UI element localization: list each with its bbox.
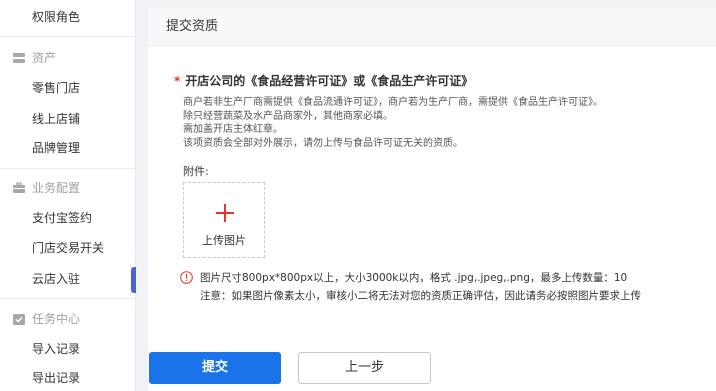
qualification-panel: 提交资质 * 开店公司的《食品经营许可证》或《食品生产许可证》 商户若非生产厂商需… xyxy=(148,8,716,391)
attachment-label: 附件: xyxy=(183,165,209,178)
sidebar-item-export-records[interactable]: 导出记录 xyxy=(0,363,135,391)
sidebar-group-business-config[interactable]: 业务配置 xyxy=(0,173,135,203)
sidebar-divider xyxy=(0,298,135,299)
description-line: 需加盖开店主体红章。 xyxy=(183,124,283,135)
description-line: 商户若非生产厂商需提供《食品流通许可证》，商户若为生产厂商，需提供《食品生产许可… xyxy=(183,97,603,108)
sidebar-group-label: 任务中心 xyxy=(32,312,81,326)
sidebar-item-retail-stores[interactable]: 零售门店 xyxy=(0,73,135,103)
sidebar-item-cloud-store-onboarding[interactable]: 云店入驻 xyxy=(0,264,136,294)
upload-image-label: 上传图片 xyxy=(202,234,246,247)
previous-step-button[interactable]: 上一步 xyxy=(298,352,431,384)
sidebar-divider xyxy=(0,36,135,37)
plus-icon xyxy=(216,204,234,222)
sidebar-group-label: 资产 xyxy=(32,51,57,65)
notice-line: 注意：如果图片像素太小，审核小二将无法对您的资质正确评估，因此请务必按照图片要求… xyxy=(200,290,641,302)
sidebar-item-brand-management[interactable]: 品牌管理 xyxy=(0,133,135,163)
app-window: 权限角色 资产 零售门店 线上店铺 品牌管理 业务配置 支付宝签约 门店交易开关… xyxy=(0,0,716,391)
sidebar-item-alipay-signing[interactable]: 支付宝签约 xyxy=(0,203,135,233)
upload-requirements-notice: 图片尺寸800px*800px以上，大小3000k以内，格式 .jpg,.jpe… xyxy=(180,270,641,303)
submit-button[interactable]: 提交 xyxy=(149,352,281,384)
panel-title: 提交资质 xyxy=(148,8,716,46)
sidebar-divider xyxy=(0,168,135,169)
notice-line: 图片尺寸800px*800px以上，大小3000k以内，格式 .jpg,.jpe… xyxy=(200,272,628,284)
sidebar: 权限角色 资产 零售门店 线上店铺 品牌管理 业务配置 支付宝签约 门店交易开关… xyxy=(0,0,136,391)
description-line: 除只经营蔬菜及水产品商家外，其他商家必填。 xyxy=(183,110,393,122)
description-line: 该项资质会全部对外展示，请勿上传与食品许可证无关的资质。 xyxy=(183,137,463,149)
sidebar-item-online-shops[interactable]: 线上店铺 xyxy=(0,104,135,134)
upload-image-button[interactable]: 上传图片 xyxy=(183,182,265,258)
sidebar-group-label: 业务配置 xyxy=(32,181,81,195)
briefcase-icon xyxy=(13,182,25,193)
info-icon xyxy=(180,271,193,284)
sidebar-item-permission-roles[interactable]: 权限角色 xyxy=(0,2,135,32)
task-check-icon xyxy=(13,314,25,325)
license-description: 商户若非生产厂商需提供《食品流通许可证》，商户若为生产厂商，需提供《食品生产许可… xyxy=(183,96,703,150)
database-icon xyxy=(13,53,25,63)
sidebar-item-store-trade-switch[interactable]: 门店交易开关 xyxy=(0,233,135,263)
license-field-title: * 开店公司的《食品经营许可证》或《食品生产许可证》 xyxy=(174,72,473,89)
required-star: * xyxy=(174,74,181,88)
sidebar-item-import-records[interactable]: 导入记录 xyxy=(0,334,135,364)
sidebar-group-assets[interactable]: 资产 xyxy=(0,43,135,73)
license-title-text: 开店公司的《食品经营许可证》或《食品生产许可证》 xyxy=(185,74,474,88)
sidebar-group-task-center[interactable]: 任务中心 xyxy=(0,304,135,334)
